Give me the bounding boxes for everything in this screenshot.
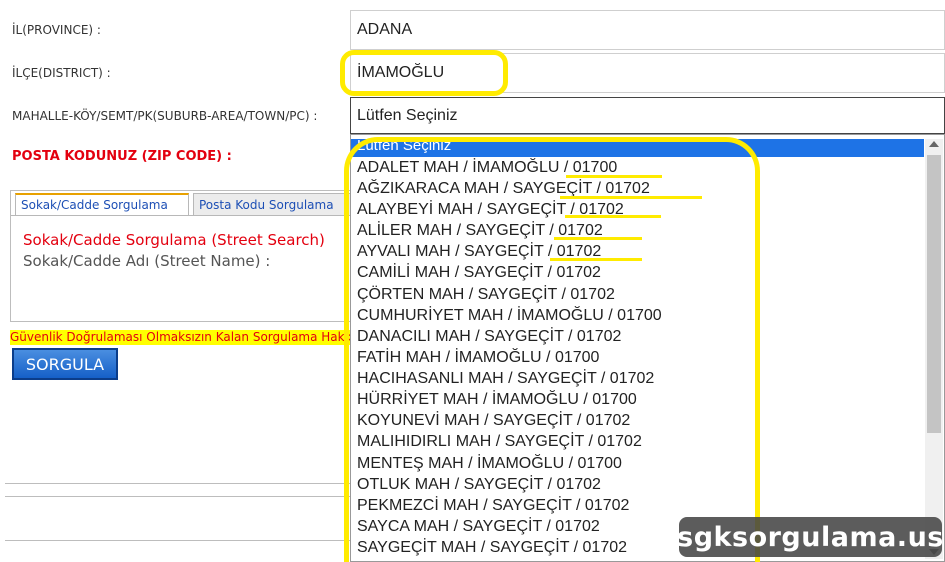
dropdown-scrollbar[interactable]: [925, 139, 943, 559]
divider-line: [5, 496, 350, 497]
province-select[interactable]: ADANA: [350, 10, 945, 50]
province-label: İL(PROVINCE) :: [12, 23, 101, 37]
watermark: sgksorgulama.us: [677, 517, 943, 557]
suburb-label: MAHALLE-KÖY/SEMT/PK(SUBURB-AREA/TOWN/PC)…: [12, 109, 318, 123]
scrollbar-thumb[interactable]: [927, 155, 941, 433]
divider-line: [5, 540, 350, 541]
district-label: İLÇE(DISTRICT) :: [12, 66, 111, 80]
street-search-title: Sokak/Cadde Sorgulama (Street Search): [23, 231, 325, 249]
zip-code-label: POSTA KODUNUZ (ZIP CODE) :: [12, 149, 232, 164]
tab-street-search[interactable]: Sokak/Cadde Sorgulama: [15, 193, 189, 215]
options-highlight: [344, 137, 760, 562]
divider-line: [5, 483, 350, 484]
tab-panel: Sokak/Cadde Sorgulama Posta Kodu Sorgula…: [10, 190, 352, 322]
district-highlight: [340, 50, 508, 96]
security-warning: Güvenlik Doğrulaması Olmaksızın Kalan So…: [10, 330, 350, 345]
scroll-up-icon[interactable]: [929, 141, 939, 147]
tab-divider: [11, 215, 351, 216]
zip-underline: [550, 258, 642, 261]
tab-postcode-search[interactable]: Posta Kodu Sorgulama: [193, 193, 351, 215]
street-name-label: Sokak/Cadde Adı (Street Name) :: [23, 252, 271, 270]
zip-underline: [560, 196, 702, 199]
query-button[interactable]: SORGULA: [12, 348, 118, 380]
zip-underline: [566, 175, 662, 178]
zip-underline: [554, 237, 642, 240]
suburb-select[interactable]: Lütfen Seçiniz: [350, 97, 945, 134]
zip-underline: [565, 215, 661, 218]
